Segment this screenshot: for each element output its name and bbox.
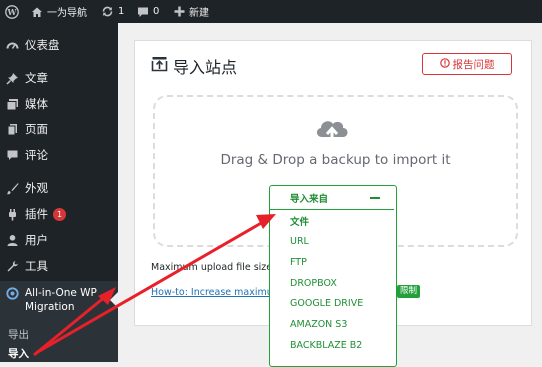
arrow-head-to-migration (98, 287, 116, 305)
arrow-head-to-file-option (256, 214, 276, 229)
annotation-arrows (33, 214, 276, 357)
arrow-line-to-file-option (35, 220, 264, 355)
arrow-line-to-migration (33, 294, 107, 357)
